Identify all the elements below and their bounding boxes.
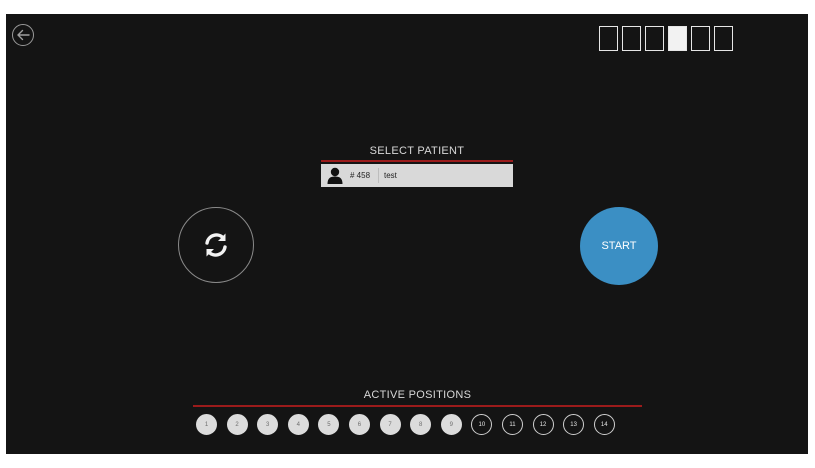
position-button-13[interactable]: 13 (563, 414, 585, 435)
select-patient-title: SELECT PATIENT (369, 145, 465, 157)
patient-row[interactable]: # 458 test (321, 164, 513, 187)
patient-name: test (384, 171, 397, 180)
active-positions-title: ACTIVE POSITIONS (363, 389, 472, 401)
patient-row-separator (378, 168, 379, 183)
start-button[interactable]: START (580, 207, 658, 285)
position-button-5[interactable]: 5 (318, 414, 340, 435)
position-button-1[interactable]: 1 (196, 414, 217, 435)
app-window: SELECT PATIENT # 458 test START ACTIVE P… (6, 14, 808, 454)
position-button-2[interactable]: 2 (226, 414, 248, 435)
progress-step-3 (645, 26, 664, 51)
arrow-left-icon (17, 29, 30, 41)
progress-step-4 (668, 26, 687, 51)
refresh-button[interactable] (178, 207, 254, 283)
progress-step-5 (691, 26, 710, 51)
back-button[interactable] (12, 24, 34, 46)
position-button-6[interactable]: 6 (348, 414, 370, 435)
patient-id: # 458 (350, 171, 371, 180)
position-button-3[interactable]: 3 (257, 414, 279, 435)
progress-step-1 (599, 26, 618, 51)
position-button-9[interactable]: 9 (440, 414, 462, 435)
person-icon (321, 164, 349, 187)
position-button-4[interactable]: 4 (287, 414, 309, 435)
position-button-12[interactable]: 12 (532, 414, 554, 435)
progress-step-6 (714, 26, 733, 51)
active-positions-list: 1 2 3 4 5 6 7 8 9 10 11 12 13 14 (196, 414, 641, 436)
position-button-7[interactable]: 7 (379, 414, 401, 435)
active-positions-divider (193, 405, 642, 407)
position-button-11[interactable]: 11 (501, 414, 523, 435)
position-button-14[interactable]: 14 (593, 414, 615, 435)
position-button-8[interactable]: 8 (410, 414, 432, 435)
refresh-icon (205, 233, 227, 257)
position-button-10[interactable]: 10 (471, 414, 493, 435)
progress-step-2 (622, 26, 641, 51)
step-progress-indicator (599, 26, 733, 51)
select-patient-divider (321, 160, 513, 162)
